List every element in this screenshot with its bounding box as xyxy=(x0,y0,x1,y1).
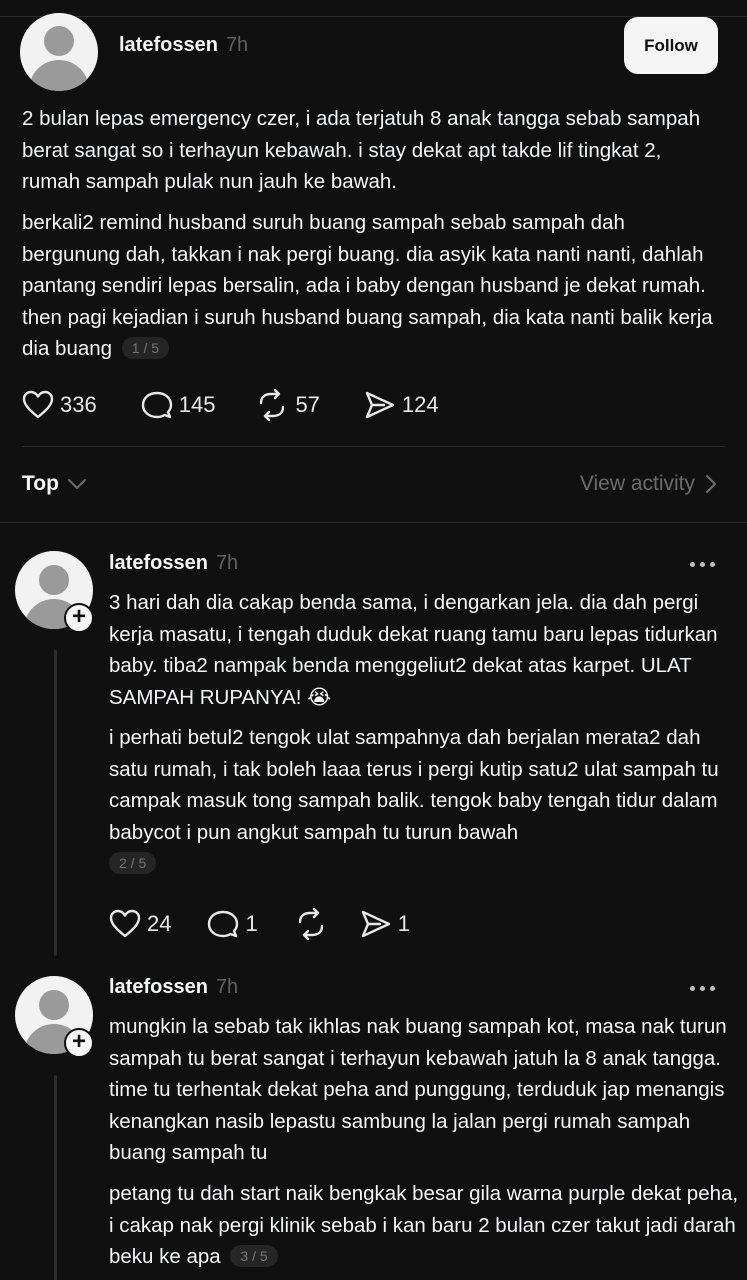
main-post-header: latefossen 7h xyxy=(119,34,248,57)
avatar-head-shape xyxy=(39,565,69,595)
heart-icon xyxy=(109,909,141,938)
replies-divider xyxy=(0,522,747,523)
view-activity-label: View activity xyxy=(579,472,695,495)
reply-username[interactable]: latefossen xyxy=(109,552,208,575)
share-button[interactable]: 1 xyxy=(360,909,410,939)
like-button[interactable]: 24 xyxy=(109,909,171,939)
main-post-paragraph-2-text: berkali2 remind husband suruh buang samp… xyxy=(22,211,713,360)
sort-dropdown[interactable]: Top xyxy=(22,472,87,496)
page-indicator: 3 / 5 xyxy=(230,1244,278,1267)
repost-count: 57 xyxy=(295,392,320,417)
sort-label: Top xyxy=(22,472,59,495)
heart-icon xyxy=(22,390,54,419)
follow-plus-icon[interactable]: + xyxy=(64,1028,94,1058)
like-count: 24 xyxy=(147,911,172,936)
reply-username[interactable]: latefossen xyxy=(109,976,208,999)
main-post-paragraph-2: berkali2 remind husband suruh buang samp… xyxy=(22,207,722,365)
reply-header: latefossen 7h xyxy=(109,976,238,999)
reply-paragraph-2: i perhati betul2 tengok ulat sampahnya d… xyxy=(109,722,739,880)
repost-button[interactable] xyxy=(294,908,328,940)
share-count: 124 xyxy=(401,392,439,417)
more-options-icon[interactable] xyxy=(690,986,715,991)
more-options-icon[interactable] xyxy=(690,562,715,567)
like-count: 336 xyxy=(60,392,97,417)
reply-time: 7h xyxy=(215,976,239,998)
like-button[interactable]: 336 xyxy=(22,390,97,420)
reply-paragraph-1: mungkin la sebab tak ikhlas nak buang sa… xyxy=(109,1015,727,1164)
avatar-head-shape xyxy=(39,990,69,1020)
reply-paragraph-2: petang tu dah start naik bengkak besar g… xyxy=(109,1178,739,1273)
main-post-actions: 336 145 57 124 xyxy=(22,389,469,421)
comment-count: 1 xyxy=(245,911,258,936)
main-post-username[interactable]: latefossen xyxy=(119,34,218,57)
page-indicator: 2 / 5 xyxy=(109,851,157,874)
avatar-head-shape xyxy=(44,26,74,56)
comment-icon xyxy=(141,391,172,419)
send-icon xyxy=(365,391,395,419)
chevron-down-icon xyxy=(67,479,86,489)
reply-paragraph-2-text: petang tu dah start naik bengkak besar g… xyxy=(109,1182,739,1268)
repost-icon xyxy=(260,389,285,421)
repost-icon xyxy=(298,908,323,940)
reply-paragraph-2-text: i perhati betul2 tengok ulat sampahnya d… xyxy=(109,726,719,844)
actions-divider xyxy=(22,446,725,447)
repost-button[interactable]: 57 xyxy=(255,389,320,421)
thread-line xyxy=(54,650,57,956)
follow-button[interactable]: Follow xyxy=(624,17,718,74)
chevron-right-icon xyxy=(706,475,716,493)
reply-header: latefossen 7h xyxy=(109,552,238,575)
share-count: 1 xyxy=(397,911,410,936)
reply-time: 7h xyxy=(215,552,239,574)
thread-line xyxy=(54,1075,57,1280)
page-indicator: 1 / 5 xyxy=(121,336,170,359)
main-post-avatar[interactable] xyxy=(20,13,98,91)
comment-icon xyxy=(208,910,239,938)
avatar-body-shape xyxy=(29,60,89,91)
comment-count: 145 xyxy=(178,392,216,417)
comment-button[interactable]: 145 xyxy=(141,390,216,420)
view-activity-link[interactable]: View activity xyxy=(580,472,717,496)
follow-plus-icon[interactable]: + xyxy=(64,603,94,633)
share-button[interactable]: 124 xyxy=(364,390,439,420)
main-post-paragraph-1: 2 bulan lepas emergency czer, i ada terj… xyxy=(22,107,701,193)
reply-paragraph-1: 3 hari dah dia cakap benda sama, i denga… xyxy=(109,591,718,709)
reply-actions: 24 1 1 xyxy=(109,908,440,940)
main-post-time: 7h xyxy=(225,34,249,56)
comment-button[interactable]: 1 xyxy=(207,909,258,939)
send-icon xyxy=(361,910,390,938)
